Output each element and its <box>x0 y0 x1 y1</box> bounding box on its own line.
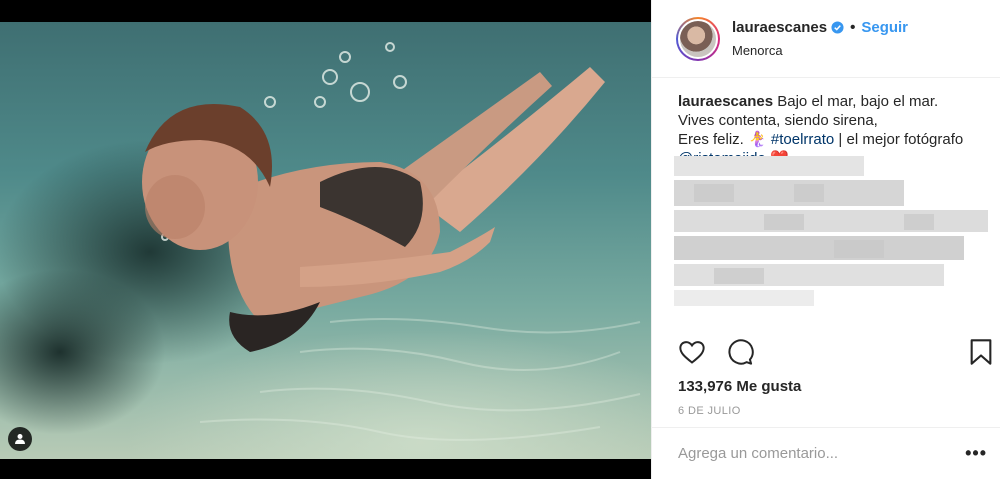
mermaid-emoji: 🧜‍♀️ <box>748 131 767 148</box>
comment-box: ••• <box>652 427 1000 479</box>
comment-input[interactable] <box>678 445 966 462</box>
post-date[interactable]: 6 DE JULIO <box>678 405 741 417</box>
more-options-icon[interactable]: ••• <box>965 443 987 464</box>
heart-outline-icon[interactable] <box>678 338 706 366</box>
post-side-panel: lauraescanes • Seguir Menorca lauraescan… <box>651 0 1000 479</box>
hashtag-link[interactable]: #toelrrato <box>771 131 834 148</box>
avatar[interactable] <box>676 16 720 61</box>
header-text: lauraescanes • Seguir Menorca <box>732 19 908 59</box>
bookmark-icon[interactable] <box>968 338 994 366</box>
user-tag-icon[interactable] <box>8 427 32 451</box>
location-link[interactable]: Menorca <box>732 43 908 59</box>
likes-count[interactable]: 133,976 Me gusta <box>678 378 801 395</box>
blurred-comments <box>674 156 988 306</box>
caption-area: lauraescanes Bajo el mar, bajo el mar. V… <box>652 78 1000 333</box>
follow-button[interactable]: Seguir <box>861 19 908 37</box>
comment-bubble-icon[interactable] <box>726 338 754 366</box>
avatar-image <box>678 18 718 59</box>
photo-pane <box>0 0 651 479</box>
username-link[interactable]: lauraescanes <box>732 19 827 37</box>
caption-line-3-prefix: Eres feliz. <box>678 131 749 148</box>
post-photo[interactable] <box>0 22 651 459</box>
separator-dot: • <box>850 18 856 36</box>
caption-username[interactable]: lauraescanes <box>678 93 773 110</box>
caption-line-3-suffix: | el mejor fotógrafo <box>834 131 964 148</box>
caption-line-1: Bajo el mar, bajo el mar. <box>777 93 939 110</box>
post-header: lauraescanes • Seguir Menorca <box>652 0 1000 78</box>
verified-badge-icon <box>831 21 844 34</box>
caption-line-2: Vives contenta, siendo sirena, <box>678 112 878 129</box>
action-bar <box>676 338 994 370</box>
underwater-swimmer-image <box>142 42 641 441</box>
